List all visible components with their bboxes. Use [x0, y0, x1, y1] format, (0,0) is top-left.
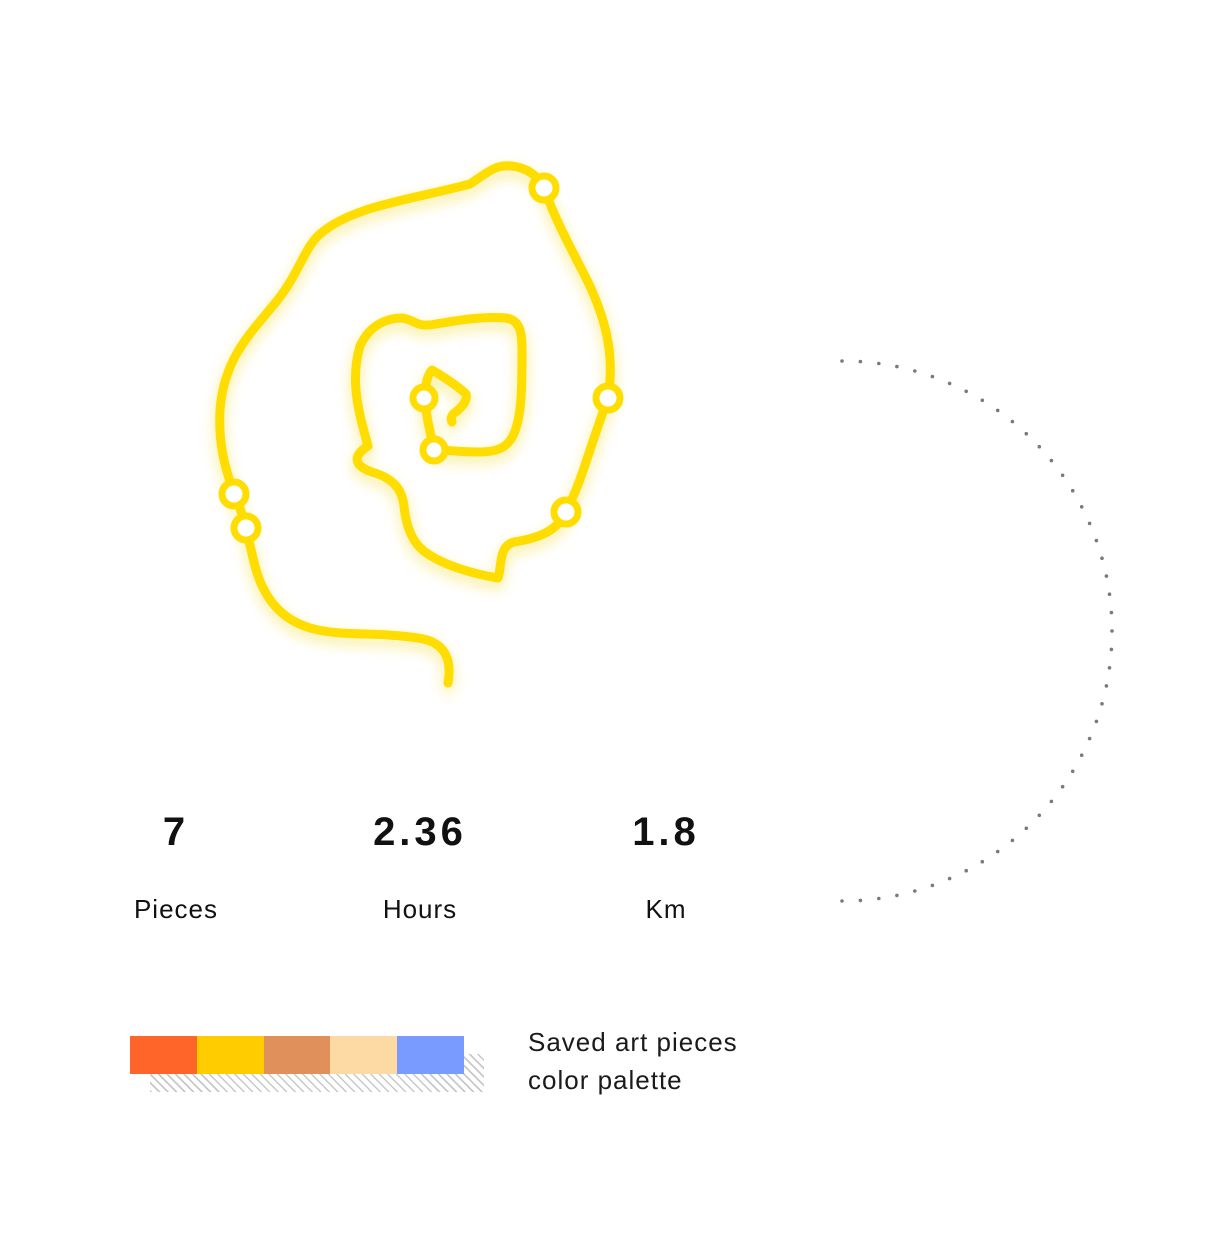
palette-swatch	[330, 1036, 398, 1074]
stat-pieces-value: 7	[162, 810, 190, 854]
arc-dot	[995, 849, 1000, 854]
arc-dot	[840, 899, 844, 903]
stat-hours-value: 2.36	[373, 810, 467, 854]
arc-dot	[980, 859, 985, 864]
stat-pieces: 7 Pieces	[76, 812, 276, 922]
stat-hours: 2.36 Hours	[320, 812, 520, 922]
arc-dot	[1070, 769, 1075, 774]
palette-bar	[130, 1036, 464, 1074]
arc-dot	[930, 374, 935, 379]
arc-dot	[1087, 736, 1092, 741]
palette-swatch	[196, 1036, 264, 1074]
arc-dot	[858, 359, 863, 364]
arc-dot	[877, 896, 881, 901]
arc-dot	[1037, 444, 1042, 449]
arc-dot	[947, 381, 952, 386]
stat-hours-label: Hours	[382, 894, 458, 924]
arc-dot	[1079, 753, 1084, 757]
arc-dot	[1060, 784, 1065, 789]
arc-dot	[1109, 647, 1114, 652]
arc-dot	[1094, 719, 1099, 724]
arc-dot	[1010, 838, 1015, 843]
arc-dot	[877, 361, 881, 366]
arc-dot	[1107, 592, 1112, 596]
arc-dot	[1094, 538, 1099, 543]
stat-km-label: Km	[645, 894, 687, 924]
arc-dot	[1060, 473, 1065, 478]
arc-dot	[1100, 702, 1104, 706]
arc-dot	[1049, 799, 1054, 804]
stat-pieces-label: Pieces	[133, 894, 219, 924]
arc-dot	[964, 868, 968, 873]
arc-dot	[1024, 431, 1029, 436]
stat-km-value: 1.8	[632, 810, 700, 854]
arc-dot	[1079, 505, 1084, 509]
arc-dot	[1070, 488, 1075, 493]
arc-dot	[1100, 556, 1104, 560]
palette-swatch	[130, 1036, 197, 1074]
arc-dot	[840, 359, 844, 363]
arc-dot	[930, 883, 935, 888]
color-palette	[130, 1036, 490, 1096]
arc-dot	[1110, 629, 1114, 633]
arc-dot	[1087, 521, 1092, 526]
arc-dot	[895, 893, 899, 898]
arc-dot	[1104, 684, 1109, 688]
arc-dot	[964, 389, 968, 394]
palette-caption-line1: Saved art pieces	[528, 1027, 738, 1057]
arc-dot	[1109, 610, 1114, 615]
palette-caption: Saved art pieces color palette	[528, 1023, 738, 1099]
arc-dot	[1107, 666, 1112, 670]
stat-km: 1.8 Km	[566, 812, 766, 922]
arc-dot	[1104, 574, 1109, 578]
arc-dot	[1024, 826, 1029, 831]
arc-dot	[947, 876, 952, 881]
arc-dot	[995, 408, 1000, 413]
arc-dot	[895, 364, 899, 369]
arc-dot	[913, 889, 917, 893]
arc-dot	[858, 898, 863, 903]
palette-caption-line2: color palette	[528, 1065, 683, 1095]
arc-dot	[913, 369, 917, 373]
arc-dot	[1049, 458, 1054, 463]
palette-swatch	[397, 1036, 464, 1074]
arc-dot	[1010, 419, 1015, 424]
arc-dot	[1037, 813, 1042, 818]
palette-swatch	[263, 1036, 331, 1074]
arc-dot	[980, 398, 985, 403]
